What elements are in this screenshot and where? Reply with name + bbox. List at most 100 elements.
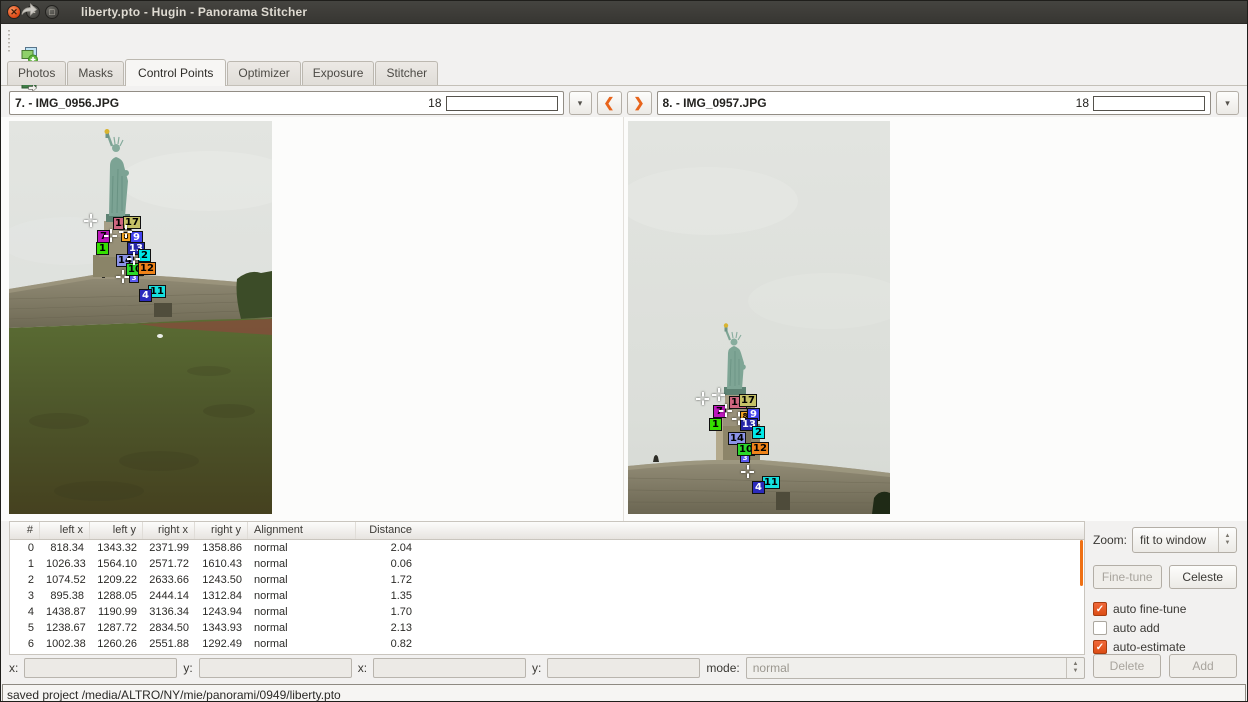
add-button[interactable]: Add bbox=[1169, 654, 1237, 678]
table-cell: 895.38 bbox=[40, 588, 90, 604]
table-cell: 1260.26 bbox=[90, 636, 143, 652]
cp-table-column: #left xleft yright xright yAlignmentDist… bbox=[1, 521, 1085, 681]
fine-tune-button[interactable]: Fine-tune bbox=[1093, 565, 1162, 589]
mode-select[interactable]: normal ▲▼ bbox=[746, 657, 1085, 679]
table-cell: 1343.93 bbox=[195, 620, 248, 636]
celeste-button[interactable]: Celeste bbox=[1169, 565, 1238, 589]
table-row[interactable]: 21074.521209.222633.661243.50normal1.72 bbox=[10, 572, 1084, 588]
table-cell: 1002.38 bbox=[40, 636, 90, 652]
column-header-[interactable]: # bbox=[10, 522, 40, 539]
table-header[interactable]: #left xleft yright xright yAlignmentDist… bbox=[10, 522, 1084, 540]
spinner-icon[interactable]: ▲▼ bbox=[1066, 658, 1084, 678]
checkbox-label: auto-estimate bbox=[1113, 640, 1186, 654]
table-cell: 1288.05 bbox=[90, 588, 143, 604]
window-title: liberty.pto - Hugin - Panorama Stitcher bbox=[81, 5, 307, 19]
tab-control-points[interactable]: Control Points bbox=[125, 59, 226, 86]
right-image-dropdown-button[interactable]: ▾ bbox=[1216, 91, 1239, 115]
left-y-field[interactable] bbox=[199, 658, 352, 678]
right-photo-statue-of-liberty bbox=[628, 121, 890, 514]
tab-exposure[interactable]: Exposure bbox=[302, 61, 375, 85]
maximize-window-button[interactable]: □ bbox=[45, 5, 59, 19]
table-row[interactable]: 41438.871190.993136.341243.94normal1.70 bbox=[10, 604, 1084, 620]
table-cell: 2 bbox=[10, 572, 40, 588]
checked-checkbox-icon[interactable]: ✓ bbox=[1093, 602, 1107, 616]
table-cell: 4 bbox=[10, 604, 40, 620]
status-message: saved project /media/ALTRO/NY/mie/panora… bbox=[2, 684, 1246, 702]
checkbox-auto-add[interactable]: auto add bbox=[1093, 621, 1237, 635]
table-row[interactable]: 3895.381288.052444.141312.84normal1.35 bbox=[10, 588, 1084, 604]
checkbox-auto-estimate[interactable]: ✓ auto-estimate bbox=[1093, 640, 1237, 654]
zoom-label: Zoom: bbox=[1093, 533, 1127, 547]
redo-button[interactable] bbox=[13, 0, 45, 23]
zoom-select[interactable]: fit to window ▲▼ bbox=[1132, 527, 1237, 553]
control-point-crosshair[interactable] bbox=[116, 270, 129, 283]
left-y-label: y: bbox=[183, 661, 192, 675]
spinner-icon[interactable]: ▲▼ bbox=[1218, 528, 1236, 552]
control-point-crosshair[interactable] bbox=[719, 404, 732, 417]
right-x-field[interactable] bbox=[373, 658, 526, 678]
left-photo-viewer[interactable]: 151778911321410123114 bbox=[9, 121, 272, 514]
right-image-combo[interactable]: 8. - IMG_0957.JPG 18 bbox=[657, 91, 1212, 115]
table-cell: 1610.43 bbox=[195, 556, 248, 572]
table-cell: 2551.88 bbox=[143, 636, 195, 652]
bottom-section: #left xleft yright xright yAlignmentDist… bbox=[1, 521, 1247, 681]
checked-checkbox-icon[interactable]: ✓ bbox=[1093, 640, 1107, 654]
table-scrollbar[interactable] bbox=[1080, 540, 1083, 586]
control-point-marker-1[interactable]: 1 bbox=[96, 242, 109, 255]
control-point-crosshair[interactable] bbox=[84, 214, 97, 227]
column-header-righty[interactable]: right y bbox=[195, 522, 248, 539]
checkbox-label: auto fine-tune bbox=[1113, 602, 1186, 616]
control-point-crosshair[interactable] bbox=[741, 465, 754, 478]
column-header-Distance[interactable]: Distance bbox=[356, 522, 418, 539]
tab-masks[interactable]: Masks bbox=[67, 61, 124, 85]
control-point-crosshair[interactable] bbox=[127, 252, 140, 265]
control-point-table[interactable]: #left xleft yright xright yAlignmentDist… bbox=[9, 521, 1085, 655]
column-header-Alignment[interactable]: Alignment bbox=[248, 522, 356, 539]
previous-pair-button[interactable]: ❮ bbox=[597, 91, 622, 115]
table-cell: normal bbox=[248, 604, 356, 620]
redo-icon bbox=[18, 0, 40, 19]
table-cell: 2444.14 bbox=[143, 588, 195, 604]
delete-button[interactable]: Delete bbox=[1093, 654, 1161, 678]
table-cell: 1243.94 bbox=[195, 604, 248, 620]
tab-photos[interactable]: Photos bbox=[7, 61, 66, 85]
checkbox-auto-fine-tune[interactable]: ✓ auto fine-tune bbox=[1093, 602, 1237, 616]
control-point-crosshair[interactable] bbox=[712, 388, 725, 401]
table-cell: 1287.72 bbox=[90, 620, 143, 636]
control-point-marker-2[interactable]: 2 bbox=[752, 426, 765, 439]
table-row[interactable]: 51238.671287.722834.501343.93normal2.13 bbox=[10, 620, 1084, 636]
control-point-marker-4[interactable]: 4 bbox=[139, 289, 152, 302]
next-pair-button[interactable]: ❯ bbox=[627, 91, 652, 115]
column-header-leftx[interactable]: left x bbox=[40, 522, 90, 539]
table-row[interactable]: 11026.331564.102571.721610.43normal0.06 bbox=[10, 556, 1084, 572]
table-row[interactable]: 0818.341343.322371.991358.86normal2.04 bbox=[10, 540, 1084, 556]
table-cell: 1343.32 bbox=[90, 540, 143, 556]
table-row[interactable]: 61002.381260.262551.881292.49normal0.82 bbox=[10, 636, 1084, 652]
tab-stitcher[interactable]: Stitcher bbox=[375, 61, 438, 85]
tab-optimizer[interactable]: Optimizer bbox=[227, 61, 300, 85]
table-cell: normal bbox=[248, 540, 356, 556]
left-x-field[interactable] bbox=[24, 658, 177, 678]
column-header-rightx[interactable]: right x bbox=[143, 522, 195, 539]
table-cell: 3136.34 bbox=[143, 604, 195, 620]
left-cp-count: 18 bbox=[428, 96, 441, 110]
left-image-dropdown-button[interactable]: ▾ bbox=[569, 91, 592, 115]
column-header-lefty[interactable]: left y bbox=[90, 522, 143, 539]
control-point-crosshair[interactable] bbox=[104, 229, 117, 242]
control-point-crosshair[interactable] bbox=[696, 392, 709, 405]
control-point-marker-12[interactable]: 12 bbox=[751, 442, 769, 455]
unchecked-checkbox-icon[interactable] bbox=[1093, 621, 1107, 635]
left-image-combo[interactable]: 7. - IMG_0956.JPG 18 bbox=[9, 91, 564, 115]
auto-options: ✓ auto fine-tune auto add ✓ auto-estimate bbox=[1093, 602, 1237, 654]
mode-value: normal bbox=[747, 661, 1066, 675]
control-point-marker-12[interactable]: 12 bbox=[138, 262, 156, 275]
hugin-window: ✕ – □ liberty.pto - Hugin - Panorama Sti… bbox=[0, 0, 1248, 702]
table-cell: 1358.86 bbox=[195, 540, 248, 556]
control-point-crosshair[interactable] bbox=[732, 412, 745, 425]
control-point-marker-17[interactable]: 17 bbox=[739, 394, 757, 407]
control-point-crosshair[interactable] bbox=[119, 225, 132, 238]
control-point-marker-1[interactable]: 1 bbox=[709, 418, 722, 431]
control-point-marker-4[interactable]: 4 bbox=[752, 481, 765, 494]
right-photo-viewer[interactable]: 151778911321410123114 bbox=[628, 121, 890, 514]
right-y-field[interactable] bbox=[547, 658, 700, 678]
